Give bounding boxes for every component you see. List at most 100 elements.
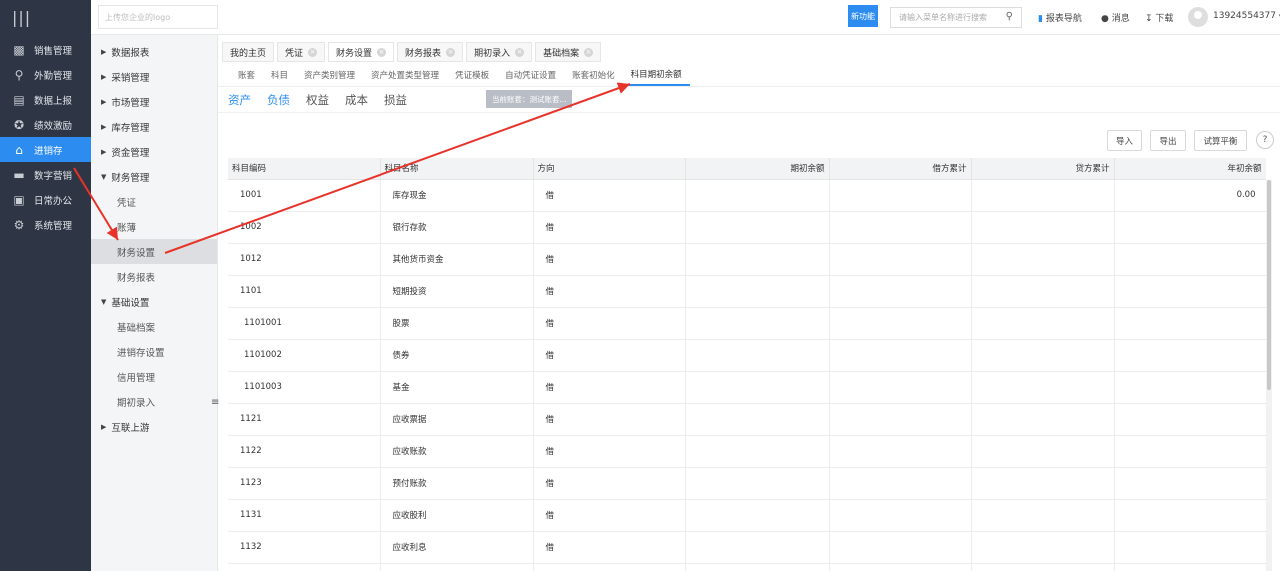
table-row[interactable]: 1101003 基金借 xyxy=(228,371,1266,404)
close-icon[interactable]: × xyxy=(515,47,525,57)
cell-opening-balance[interactable] xyxy=(685,371,830,404)
cell-opening-balance[interactable] xyxy=(685,531,830,564)
avatar[interactable] xyxy=(1188,7,1208,27)
menu-toggle-icon[interactable]: ||| xyxy=(0,0,91,35)
cat-tab-equity[interactable]: 权益 xyxy=(306,89,337,111)
cell-opening-balance[interactable] xyxy=(685,435,830,468)
subtab-voucher-templates[interactable]: 凭证模板 xyxy=(447,64,497,86)
cell-year-start-balance[interactable] xyxy=(1114,435,1266,468)
cat-tab-profit-loss[interactable]: 损益 xyxy=(384,89,415,111)
menu-search-input[interactable]: 请输入菜单名称进行搜索 ⚲ xyxy=(890,7,1022,28)
nav-item-system[interactable]: ⚙ 系统管理 xyxy=(0,212,91,237)
submenu-item-finance-settings[interactable]: 财务设置 xyxy=(91,239,217,264)
cell-credit-total[interactable] xyxy=(971,531,1115,564)
subtab-asset-disposal-types[interactable]: 资产处置类型管理 xyxy=(363,64,447,86)
cell-year-start-balance[interactable] xyxy=(1114,531,1266,564)
col-header-credit[interactable]: 贷方累计 xyxy=(971,158,1115,180)
cell-credit-total[interactable] xyxy=(971,467,1115,500)
cell-opening-balance[interactable] xyxy=(685,563,830,571)
submenu-item-inventory-settings[interactable]: 进销存设置 xyxy=(91,339,217,364)
nav-item-performance[interactable]: ✪ 绩效激励 xyxy=(0,112,91,137)
cell-credit-total[interactable] xyxy=(971,499,1115,532)
table-row[interactable]: 1123 预付账款借 xyxy=(228,467,1266,500)
logo-placeholder[interactable]: 上传您企业的logo xyxy=(98,5,218,29)
collapse-handle-icon[interactable]: ≡ xyxy=(211,395,219,411)
subtab-subjects[interactable]: 科目 xyxy=(263,64,296,86)
trial-balance-button[interactable]: 试算平衡 xyxy=(1194,130,1247,151)
cell-debit-total[interactable] xyxy=(829,435,972,468)
cell-debit-total[interactable] xyxy=(829,307,972,340)
submenu-group-basic-settings[interactable]: ▼ 基础设置 xyxy=(91,289,217,314)
tab-finance-settings[interactable]: 财务设置 × xyxy=(328,42,395,62)
subtab-account-book[interactable]: 账套 xyxy=(230,64,263,86)
cell-debit-total[interactable] xyxy=(829,179,972,212)
cell-opening-balance[interactable] xyxy=(685,179,830,212)
nav-item-sales[interactable]: ▩ 销售管理 xyxy=(0,37,91,62)
cell-opening-balance[interactable] xyxy=(685,307,830,340)
table-scrollbar[interactable] xyxy=(1266,180,1272,571)
import-button[interactable]: 导入 xyxy=(1107,130,1142,151)
cell-debit-total[interactable] xyxy=(829,563,972,571)
nav-item-field[interactable]: ⚲ 外勤管理 xyxy=(0,62,91,87)
table-row[interactable] xyxy=(228,563,1266,571)
submenu-item-finance-reports[interactable]: 财务报表 xyxy=(91,264,217,289)
submenu-item-basic-archive[interactable]: 基础档案 xyxy=(91,314,217,339)
subtab-opening-balances[interactable]: 科目期初余额 xyxy=(622,64,690,86)
nav-item-inventory[interactable]: ⌂ 进销存 xyxy=(0,137,91,162)
cell-credit-total[interactable] xyxy=(971,179,1115,212)
submenu-item-opening-entry[interactable]: 期初录入 xyxy=(91,389,217,414)
cell-year-start-balance[interactable] xyxy=(1114,243,1266,276)
cat-tab-liabilities[interactable]: 负债 xyxy=(267,89,298,111)
cell-debit-total[interactable] xyxy=(829,211,972,244)
report-nav-link[interactable]: ▮ 报表导航 xyxy=(1038,11,1082,24)
close-icon[interactable]: × xyxy=(308,47,318,57)
submenu-item-ledger[interactable]: 账薄 xyxy=(91,214,217,239)
scrollbar-thumb[interactable] xyxy=(1267,180,1271,390)
col-header-year-start[interactable]: 年初余额 xyxy=(1114,158,1266,180)
cell-year-start-balance[interactable] xyxy=(1114,403,1266,436)
download-link[interactable]: ↧ 下载 xyxy=(1145,11,1173,24)
cell-year-start-balance[interactable] xyxy=(1114,211,1266,244)
cell-opening-balance[interactable] xyxy=(685,243,830,276)
cat-tab-cost[interactable]: 成本 xyxy=(345,89,376,111)
cell-opening-balance[interactable] xyxy=(685,467,830,500)
col-header-name[interactable]: 科目名称 xyxy=(380,158,534,180)
cell-credit-total[interactable] xyxy=(971,371,1115,404)
tab-voucher[interactable]: 凭证 × xyxy=(277,42,326,62)
cell-debit-total[interactable] xyxy=(829,243,972,276)
cat-tab-assets[interactable]: 资产 xyxy=(228,89,259,111)
export-button[interactable]: 导出 xyxy=(1150,130,1186,151)
cell-credit-total[interactable] xyxy=(971,403,1115,436)
cell-year-start-balance[interactable] xyxy=(1114,499,1266,532)
tab-basic-archive[interactable]: 基础档案 × xyxy=(535,42,602,62)
submenu-group-data-reports[interactable]: ▶ 数据报表 xyxy=(91,39,217,64)
table-row[interactable]: 1002 银行存款借 xyxy=(228,211,1266,244)
subtab-asset-categories[interactable]: 资产类别管理 xyxy=(296,64,363,86)
tab-finance-reports[interactable]: 财务报表 × xyxy=(397,42,464,62)
submenu-group-market[interactable]: ▶ 市场管理 xyxy=(91,89,217,114)
tab-opening-entry[interactable]: 期初录入 × xyxy=(466,42,533,62)
cell-opening-balance[interactable] xyxy=(685,339,830,372)
nav-item-data-report[interactable]: ▤ 数据上报 xyxy=(0,87,91,112)
cell-year-start-balance[interactable] xyxy=(1114,307,1266,340)
help-icon[interactable]: ? xyxy=(1256,131,1274,149)
subtab-book-init[interactable]: 账套初始化 xyxy=(564,64,623,86)
cell-debit-total[interactable] xyxy=(829,499,972,532)
cell-year-start-balance[interactable] xyxy=(1114,467,1266,500)
table-row[interactable]: 1101001 股票借 xyxy=(228,307,1266,340)
nav-item-office[interactable]: ▣ 日常办公 xyxy=(0,187,91,212)
messages-link[interactable]: ● 消息 xyxy=(1101,11,1130,24)
cell-year-start-balance[interactable] xyxy=(1114,371,1266,404)
table-row[interactable]: 1121 应收票据借 xyxy=(228,403,1266,436)
table-row[interactable]: 1132 应收利息借 xyxy=(228,531,1266,564)
close-icon[interactable]: × xyxy=(446,47,456,57)
table-row[interactable]: 1122 应收账款借 xyxy=(228,435,1266,468)
subtab-auto-voucher[interactable]: 自动凭证设置 xyxy=(497,64,564,86)
submenu-group-funds[interactable]: ▶ 资金管理 xyxy=(91,139,217,164)
cell-debit-total[interactable] xyxy=(829,467,972,500)
cell-opening-balance[interactable] xyxy=(685,403,830,436)
close-icon[interactable]: × xyxy=(377,47,387,57)
col-header-direction[interactable]: 方向 xyxy=(533,158,686,180)
cell-credit-total[interactable] xyxy=(971,339,1115,372)
table-row[interactable]: 1012 其他货币资金借 xyxy=(228,243,1266,276)
